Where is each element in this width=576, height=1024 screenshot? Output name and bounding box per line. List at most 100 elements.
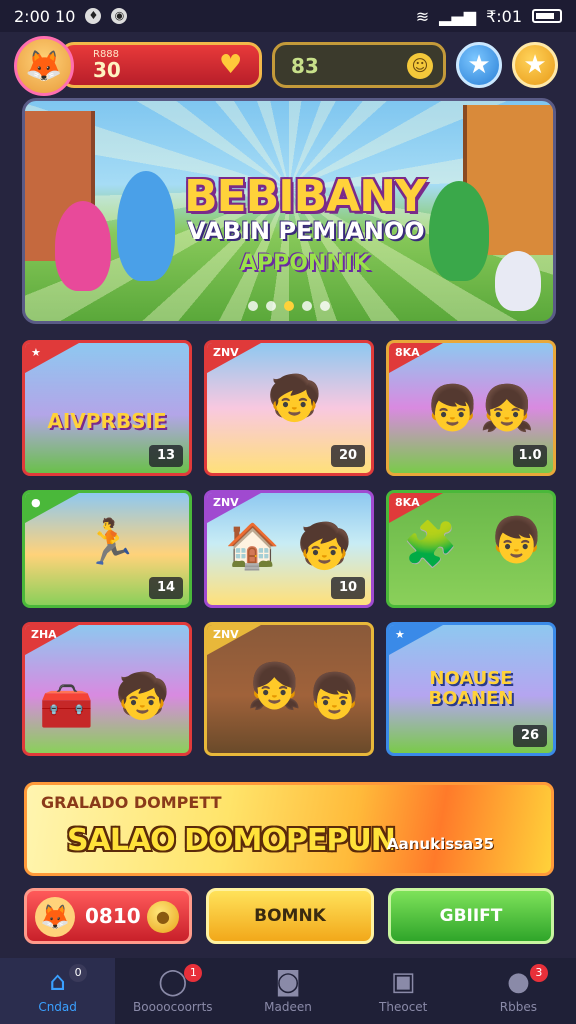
banner-kid-1 [55, 201, 111, 291]
settings-status-icon: ◉ [111, 8, 128, 24]
cat-kid-icon: 🧒 [297, 521, 352, 572]
nav-badge: 3 [529, 964, 548, 982]
nav-profile[interactable]: ● 3 Rbbes [461, 958, 576, 1024]
pager-dot[interactable] [248, 301, 258, 311]
card-ribbon: ZNV [207, 343, 261, 373]
nav-label: Boooocoorrts [133, 1000, 213, 1014]
player-avatar[interactable]: 🦊 [14, 36, 74, 96]
card-ribbon: ZHA [25, 625, 79, 655]
fox-avatar-icon: 🦊 [35, 897, 75, 937]
game-card-5[interactable]: ZNV 🏠 🧒 10 [204, 490, 374, 608]
status-clock-right: ₹:01 [486, 6, 522, 26]
nav-box[interactable]: ▣ Theocet [346, 958, 461, 1024]
card-count: 1.0 [513, 445, 547, 467]
star-icon: ★ [523, 50, 547, 80]
card-ribbon: 8KA [389, 343, 443, 373]
card-ribbon: ZNV [207, 625, 261, 655]
game-card-7[interactable]: ZHA 🧰 🧒 [22, 622, 192, 756]
banner-pager[interactable] [25, 301, 553, 311]
gems-counter[interactable]: 83 ☺ [272, 42, 446, 88]
nav-label: Theocet [379, 1000, 428, 1014]
coins-counter[interactable]: R888 30 ♥ [60, 42, 262, 88]
profile-coins-value: 0810 [85, 904, 141, 928]
coin-icon: ● [147, 901, 179, 933]
game-card-1[interactable]: ★ AIVPRBSIE 13 [22, 340, 192, 476]
card-count: 10 [331, 577, 365, 599]
kids-group-icon: 👦👧 [425, 383, 535, 434]
pager-dot[interactable] [302, 301, 312, 311]
nav-label: Rbbes [499, 1000, 538, 1014]
treasure-chest-icon: 🧰 [39, 681, 94, 732]
banner-subtitle: VABIN PEMIANOO [187, 217, 425, 245]
bonus-button[interactable]: BOMNK [206, 888, 374, 944]
card-count: 13 [149, 445, 183, 467]
pager-dot[interactable] [320, 301, 330, 311]
gems-value: 83 [291, 54, 319, 78]
pager-dot[interactable] [266, 301, 276, 311]
status-bar: 2:00 10 ♦ ◉ ≋ ▂▄▆ ₹:01 [0, 0, 576, 32]
chat-icon: ◯ [158, 967, 188, 997]
girl-icon: 👧 [247, 661, 302, 712]
nav-chat[interactable]: ◯ 1 Boooocoorrts [115, 958, 230, 1024]
nav-label: Madeen [264, 1000, 312, 1014]
gift-button[interactable]: GBIIFT [388, 888, 554, 944]
battery-icon [532, 9, 562, 23]
promo-banner[interactable]: GRALADO DOMPETT SALAO DOMOPEPUN Aanukiss… [24, 782, 554, 876]
heart-icon: ♥ [219, 50, 243, 80]
nav-badge: 1 [184, 964, 203, 982]
profile-icon: ● [507, 967, 530, 997]
card-title: NOAUSE BOANEN [428, 668, 514, 709]
card-ribbon: ★ [25, 343, 79, 373]
bottom-nav: ⌂ 0 Cndad ◯ 1 Boooocoorrts ◙ Madeen ▣ Th… [0, 958, 576, 1024]
promo-subtitle: GRALADO DOMPETT [41, 793, 222, 812]
bonus-button-label: BOMNK [254, 906, 326, 926]
wifi-icon: ≋ [415, 6, 430, 26]
boy-icon: 👦 [307, 671, 362, 722]
featured-banner[interactable]: BEBIBANY VABIN PEMIANOO APPONNIK [22, 98, 556, 324]
home-icon: ⌂ [49, 967, 66, 997]
running-kid-icon: 🏃 [83, 517, 138, 568]
pager-dot-active[interactable] [284, 301, 294, 311]
game-card-8[interactable]: ZNV 👧 👦 [204, 622, 374, 756]
card-count: 26 [513, 725, 547, 747]
banner-tagline: APPONNIK [239, 251, 371, 276]
nav-home[interactable]: ⌂ 0 Cndad [0, 958, 116, 1024]
favorites-button[interactable]: ★ [456, 42, 502, 88]
signal-icon: ▂▄▆ [439, 6, 477, 26]
game-card-2[interactable]: ZNV 🧒 20 [204, 340, 374, 476]
top-bar: R888 30 ♥ 🦊 83 ☺ ★ ★ [0, 34, 576, 96]
notification-icon: ♦ [85, 8, 102, 24]
promo-headline: SALAO DOMOPEPUN [67, 823, 396, 858]
fox-kid-icon: 🧒 [267, 373, 322, 424]
trophy-icon: ◙ [275, 967, 301, 997]
game-card-3[interactable]: 8KA 👦👧 1.0 [386, 340, 556, 476]
nav-label: Cndad [38, 1000, 77, 1014]
card-title: AIVPRBSIE [47, 409, 167, 433]
status-time: 2:00 10 [14, 6, 76, 26]
game-grid: ★ AIVPRBSIE 13 ZNV 🧒 20 8KA 👦👧 1.0 ● 🏃 1… [22, 340, 556, 756]
house-icon: 🏠 [225, 521, 280, 572]
fox-boy-icon: 🧒 [115, 671, 170, 722]
star-icon: ★ [467, 50, 491, 80]
card-ribbon: ZNV [207, 493, 261, 523]
smile-icon: ☺ [407, 53, 433, 79]
action-row: 🦊 0810 ● BOMNK GBIIFT [24, 888, 554, 946]
card-count: 20 [331, 445, 365, 467]
promo-side-text: Aanukissa35 [387, 835, 495, 853]
game-card-4[interactable]: ● 🏃 14 [22, 490, 192, 608]
puzzle-box-icon: 🧩 [403, 519, 458, 570]
nav-trophy[interactable]: ◙ Madeen [230, 958, 345, 1024]
box-icon: ▣ [390, 967, 416, 997]
card-count: 14 [149, 577, 183, 599]
nav-badge: 0 [69, 964, 88, 982]
gift-button-label: GBIIFT [439, 906, 503, 926]
card-ribbon: ★ [389, 625, 443, 655]
banner-kid-2 [117, 171, 175, 281]
game-card-6[interactable]: 8KA 🧩 👦 [386, 490, 556, 608]
banner-title: BEBIBANY [184, 171, 427, 222]
card-ribbon: ● [25, 493, 79, 523]
profile-coins-button[interactable]: 🦊 0810 ● [24, 888, 192, 944]
rewards-button[interactable]: ★ [512, 42, 558, 88]
game-card-9[interactable]: ★ NOAUSE BOANEN 26 [386, 622, 556, 756]
boy-icon: 👦 [489, 515, 544, 566]
